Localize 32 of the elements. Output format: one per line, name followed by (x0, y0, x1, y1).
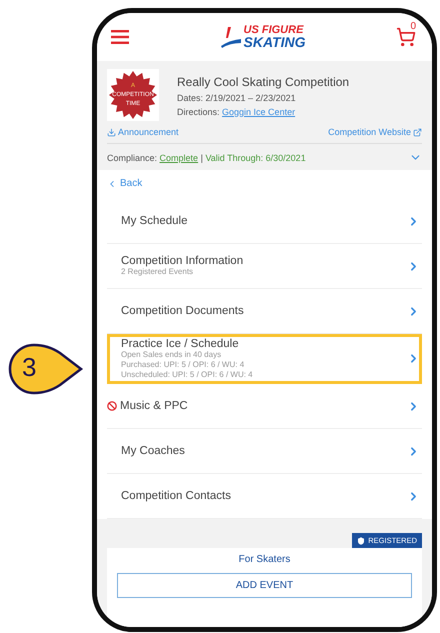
menu-item-detail: Unscheduled: UPI: 5 / OPI: 6 / WU: 4 (121, 370, 253, 380)
logo-text: US FIGURE (244, 26, 305, 36)
menu-item-title: Competition Documents (121, 305, 244, 317)
menu-item-detail: Purchased: UPI: 5 / OPI: 6 / WU: 4 (121, 360, 246, 370)
cart-count: 0 (410, 21, 416, 32)
menu-item-title: Practice Ice / Schedule (121, 338, 239, 350)
menu-item-detail: Open Sales ends in 40 days (121, 350, 222, 360)
menu-item[interactable]: Competition Information 2 Registered Events (107, 244, 422, 289)
logo-text: SKATING (244, 36, 306, 48)
skater-logo-icon (220, 26, 242, 48)
competition-dates: Dates: 2/19/2021 – 2/23/2021 (177, 93, 297, 103)
competition-title: Really Cool Skating Competition (177, 75, 350, 89)
menu-item-title: My Coaches (121, 445, 185, 457)
menu-item-title: Competition Contacts (121, 490, 231, 502)
menu-item-title: Music & PPC (120, 400, 188, 412)
menu-item[interactable]: Music & PPC (107, 384, 422, 429)
shield-icon (357, 536, 366, 544)
menu-item[interactable]: Practice Ice / Schedule Open Sales ends in 40 days Purchased: UPI: 5 / OPI: 6 / WU: 4 Unscheduled: UPI: 5 / OPI: 6 / WU: 4 (107, 334, 422, 384)
step-number: 3 (22, 352, 36, 383)
menu-item-detail: 2 Registered Events (121, 267, 194, 277)
menu-item-title: My Schedule (121, 215, 188, 227)
menu-item[interactable]: Competition Documents (107, 289, 422, 334)
download-icon (107, 128, 116, 136)
menu-icon[interactable] (111, 30, 129, 44)
external-link-icon (413, 128, 422, 136)
menu-item[interactable]: My Coaches (107, 429, 422, 474)
skaters-title: For Skaters (238, 554, 290, 565)
menu-item-title: Competition Information (121, 255, 244, 267)
menu-item[interactable]: My Schedule (107, 199, 422, 244)
directions-text: Directions: Goggin Ice Center (177, 107, 296, 117)
compliance-text: Compliance: Complete | Valid Through: 6/30/2021 (107, 152, 306, 162)
add-event-button[interactable]: ADD EVENT (117, 573, 412, 598)
